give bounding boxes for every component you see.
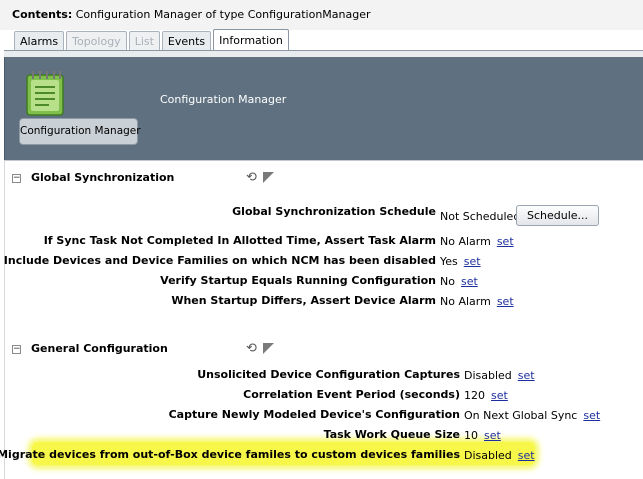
startup-differs-value: No Alarm (440, 295, 491, 308)
set-link[interactable]: set (583, 409, 600, 422)
general-config-title: General Configuration (31, 342, 168, 355)
set-link[interactable]: set (491, 389, 508, 402)
row-label: Migrate devices from out-of-Box device f… (0, 448, 460, 461)
set-link[interactable]: set (484, 429, 501, 442)
tab-topology[interactable]: Topology (66, 31, 127, 51)
flag-icon[interactable] (262, 172, 274, 183)
general-config-collapse-toggle[interactable]: − (12, 345, 21, 354)
banner-top-strip (4, 51, 643, 57)
set-link[interactable]: set (464, 255, 481, 268)
task-queue-size-value: 10 (464, 429, 478, 442)
set-link[interactable]: set (518, 449, 535, 462)
row-label: Correlation Event Period (seconds) (243, 388, 460, 401)
unsolicited-captures-row: Unsolicited Device Configuration Capture… (0, 368, 460, 384)
contents-text: Configuration Manager of type Configurat… (75, 8, 371, 21)
contents-header: Contents: Configuration Manager of type … (0, 0, 643, 30)
contents-label: Contents: (12, 8, 73, 21)
row-label: Include Devices and Device Families on w… (3, 254, 436, 267)
row-label: Capture Newly Modeled Device's Configura… (168, 408, 460, 421)
global-sync-schedule-value: Not Scheduled (440, 210, 521, 223)
row-label: When Startup Differs, Assert Device Alar… (171, 294, 436, 307)
row-label: Unsolicited Device Configuration Capture… (197, 368, 460, 381)
migrate-device-families-value: Disabled (464, 449, 512, 462)
correlation-period-row: Correlation Event Period (seconds) (0, 388, 460, 404)
correlation-period-value: 120 (464, 389, 485, 402)
configuration-manager-button[interactable]: Configuration Manager (19, 118, 141, 145)
tab-information[interactable]: Information (213, 29, 289, 51)
startup-differs-row: When Startup Differs, Assert Device Alar… (0, 294, 436, 310)
assert-task-alarm-value: No Alarm (440, 235, 491, 248)
row-label: Verify Startup Equals Running Configurat… (160, 274, 436, 287)
include-disabled-devices-row: Include Devices and Device Families on w… (0, 254, 436, 270)
banner-title: Configuration Manager (160, 93, 287, 106)
unsolicited-captures-value: Disabled (464, 369, 512, 382)
tab-alarms[interactable]: Alarms (14, 31, 65, 51)
include-disabled-devices-value: Yes (440, 255, 458, 268)
notebook-icon (22, 68, 70, 118)
capture-new-device-row: Capture Newly Modeled Device's Configura… (0, 408, 460, 424)
set-link[interactable]: set (497, 295, 514, 308)
flag-icon[interactable] (262, 343, 274, 354)
global-sync-collapse-toggle[interactable]: − (12, 174, 21, 183)
set-link[interactable]: set (497, 235, 514, 248)
migrate-device-families-row: Migrate devices from out-of-Box device f… (0, 448, 460, 464)
global-sync-schedule-row: Global Synchronization Schedule (0, 205, 436, 221)
set-link[interactable]: set (461, 275, 478, 288)
tab-list[interactable]: List (128, 31, 160, 51)
set-link[interactable]: set (518, 369, 535, 382)
task-queue-size-row: Task Work Queue Size (0, 428, 460, 444)
capture-new-device-value: On Next Global Sync (464, 409, 578, 422)
assert-task-alarm-row: If Sync Task Not Completed In Allotted T… (0, 234, 436, 250)
schedule-button[interactable]: Schedule... (516, 205, 600, 226)
contents-line: Contents: Configuration Manager of type … (12, 8, 371, 21)
verify-startup-value: No (440, 275, 455, 288)
tab-events[interactable]: Events (161, 31, 212, 51)
row-label: Task Work Queue Size (323, 428, 460, 441)
tab-bar: Alarms Topology List Events Information (14, 29, 291, 51)
refresh-icon[interactable]: ⟲ (246, 171, 257, 184)
row-label: Global Synchronization Schedule (232, 205, 436, 218)
refresh-icon[interactable]: ⟲ (246, 342, 257, 355)
verify-startup-row: Verify Startup Equals Running Configurat… (0, 274, 436, 290)
row-label: If Sync Task Not Completed In Allotted T… (43, 234, 436, 247)
global-sync-title: Global Synchronization (31, 171, 175, 184)
